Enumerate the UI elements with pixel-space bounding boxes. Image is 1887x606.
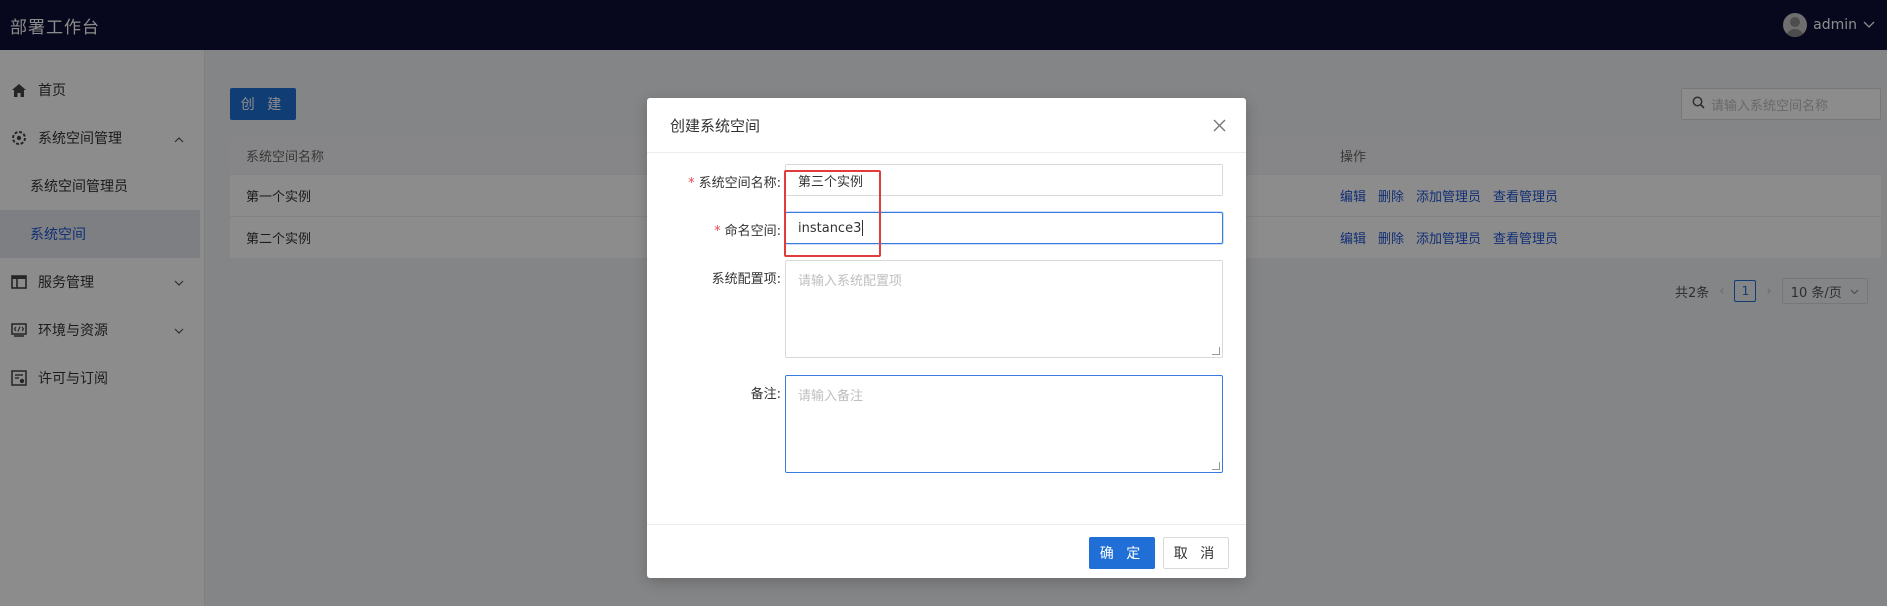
resize-handle-icon[interactable] [1212,347,1220,355]
config-label: 系统配置项: [711,272,781,287]
close-icon[interactable] [1213,115,1226,135]
cancel-button[interactable]: 取 消 [1163,537,1229,569]
namespace-label: * 命名空间: [714,224,781,239]
confirm-button[interactable]: 确 定 [1089,537,1155,569]
annotation-highlight [784,170,881,257]
space-name-label: * 系统空间名称: [688,176,781,191]
required-mark: * [688,176,695,191]
resize-handle-icon[interactable] [1212,462,1220,470]
config-textarea[interactable]: 请输入系统配置项 [785,260,1223,358]
note-textarea[interactable]: 请输入备注 [785,375,1223,473]
create-space-dialog: 创建系统空间 * 系统空间名称: 第三个实例 * 命名空间: instance3 系… [647,98,1246,578]
config-placeholder: 请输入系统配置项 [798,274,903,289]
required-mark: * [714,224,721,239]
note-label: 备注: [750,387,781,402]
note-placeholder: 请输入备注 [798,389,864,404]
dialog-title: 创建系统空间 [670,116,761,135]
dialog-footer: 确 定 取 消 [647,524,1246,578]
dialog-header: 创建系统空间 [647,98,1246,153]
